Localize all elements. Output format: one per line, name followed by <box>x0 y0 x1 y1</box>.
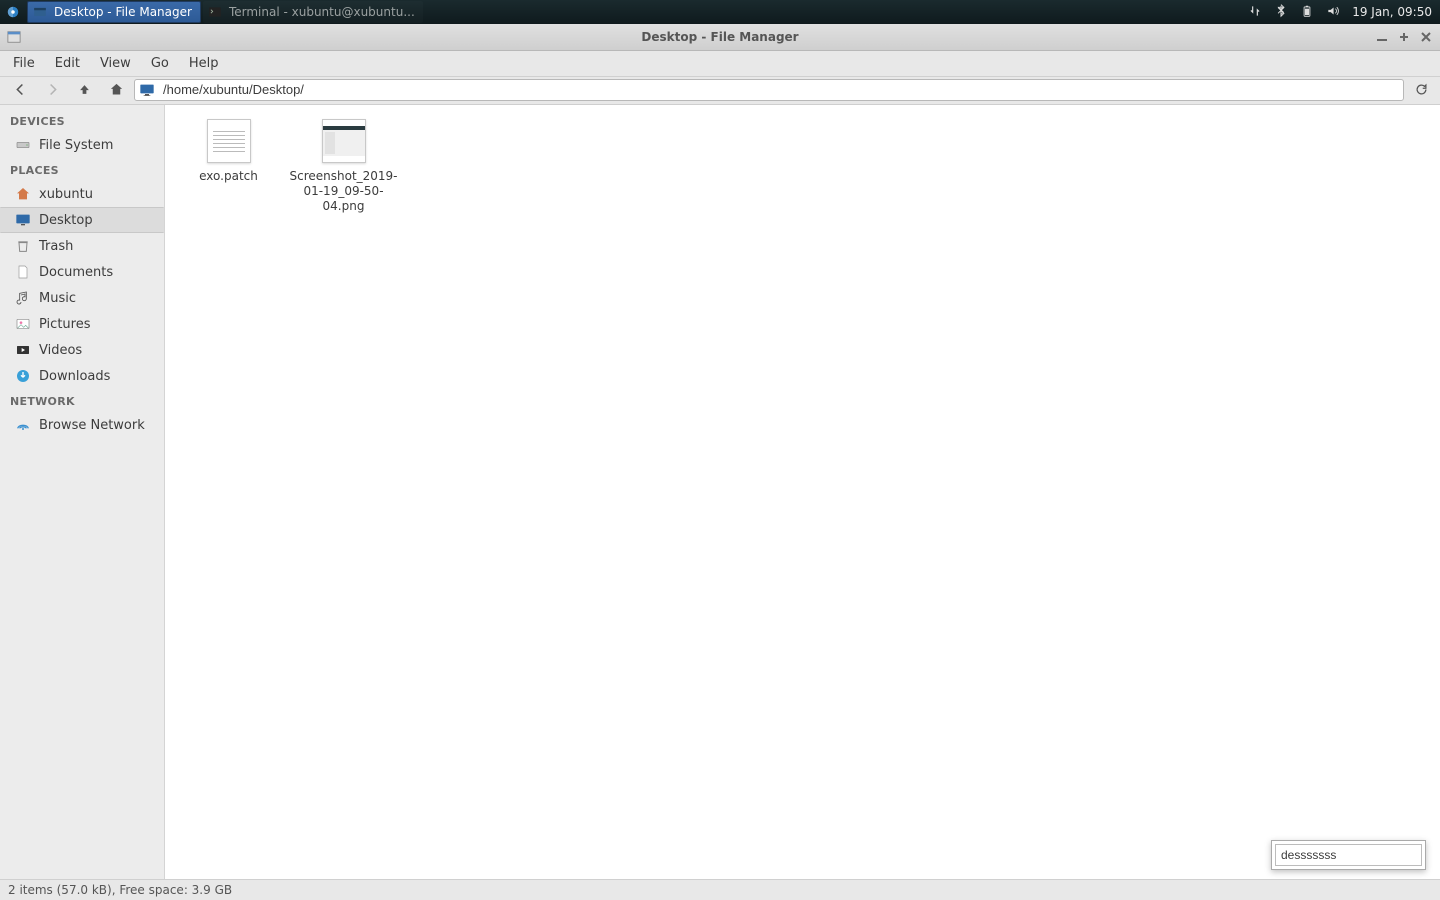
location-input[interactable] <box>161 81 1399 98</box>
taskbar-item-label: Terminal - xubuntu@xubuntu... <box>229 5 415 19</box>
sidebar-item-pictures[interactable]: Pictures <box>0 311 164 337</box>
file-manager-window: Desktop - File Manager File Edit View Go… <box>0 24 1440 900</box>
sidebar-item-label: File System <box>39 138 113 153</box>
type-ahead-search[interactable] <box>1271 840 1426 870</box>
network-icon <box>15 417 31 433</box>
menu-edit[interactable]: Edit <box>46 53 89 74</box>
sidebar: DEVICES File System PLACES xubuntu Deskt… <box>0 105 165 879</box>
menubar: File Edit View Go Help <box>0 51 1440 77</box>
music-icon <box>15 290 31 306</box>
menu-go[interactable]: Go <box>142 53 178 74</box>
status-text: 2 items (57.0 kB), Free space: 3.9 GB <box>8 883 232 897</box>
pictures-icon <box>15 316 31 332</box>
sidebar-item-label: Videos <box>39 343 82 358</box>
sidebar-item-label: Browse Network <box>39 418 145 433</box>
main-area: DEVICES File System PLACES xubuntu Deskt… <box>0 105 1440 879</box>
bluetooth-icon[interactable] <box>1274 4 1288 21</box>
image-file-icon <box>322 119 366 163</box>
forward-button[interactable] <box>38 79 66 101</box>
drive-icon <box>15 137 31 153</box>
window-menu-icon[interactable] <box>6 29 22 45</box>
menu-help[interactable]: Help <box>180 53 228 74</box>
sidebar-item-label: Trash <box>39 239 73 254</box>
icon-view[interactable]: exo.patch Screenshot_2019-01-19_09-50-04… <box>165 105 1440 879</box>
file-item[interactable]: exo.patch <box>171 113 286 220</box>
sidebar-item-home[interactable]: xubuntu <box>0 181 164 207</box>
sidebar-item-music[interactable]: Music <box>0 285 164 311</box>
close-button[interactable] <box>1420 31 1432 43</box>
sidebar-header-network: NETWORK <box>0 389 164 412</box>
taskbar-item-file-manager[interactable]: Desktop - File Manager <box>27 1 201 23</box>
network-icon[interactable] <box>1248 4 1262 21</box>
toolbar <box>0 77 1440 105</box>
sidebar-header-devices: DEVICES <box>0 109 164 132</box>
file-name: exo.patch <box>199 169 258 184</box>
back-button[interactable] <box>6 79 34 101</box>
maximize-button[interactable] <box>1398 31 1410 43</box>
sidebar-item-label: Pictures <box>39 317 90 332</box>
menu-file[interactable]: File <box>4 53 44 74</box>
taskbar-item-terminal[interactable]: Terminal - xubuntu@xubuntu... <box>203 1 423 23</box>
sidebar-item-documents[interactable]: Documents <box>0 259 164 285</box>
videos-icon <box>15 342 31 358</box>
doc-icon <box>15 264 31 280</box>
desktop-icon <box>15 212 31 228</box>
sidebar-item-label: Music <box>39 291 76 306</box>
battery-icon[interactable] <box>1300 4 1314 21</box>
sidebar-item-label: Desktop <box>39 213 93 228</box>
window-title: Desktop - File Manager <box>0 30 1440 44</box>
file-item[interactable]: Screenshot_2019-01-19_09-50-04.png <box>286 113 401 220</box>
top-panel: Desktop - File Manager Terminal - xubunt… <box>0 0 1440 24</box>
sidebar-item-label: xubuntu <box>39 187 93 202</box>
sidebar-item-downloads[interactable]: Downloads <box>0 363 164 389</box>
sidebar-item-browse-network[interactable]: Browse Network <box>0 412 164 438</box>
volume-icon[interactable] <box>1326 4 1340 21</box>
download-icon <box>15 368 31 384</box>
sidebar-item-desktop[interactable]: Desktop <box>0 207 164 233</box>
menu-view[interactable]: View <box>91 53 140 74</box>
type-ahead-input[interactable] <box>1275 844 1422 866</box>
taskbar-item-label: Desktop - File Manager <box>54 5 192 19</box>
home-icon <box>15 186 31 202</box>
sidebar-item-label: Downloads <box>39 369 110 384</box>
reload-button[interactable] <box>1408 82 1434 97</box>
trash-icon <box>15 238 31 254</box>
sidebar-header-places: PLACES <box>0 158 164 181</box>
location-bar[interactable] <box>134 79 1404 101</box>
whisker-menu-button[interactable] <box>0 0 26 24</box>
text-file-icon <box>207 119 251 163</box>
titlebar[interactable]: Desktop - File Manager <box>0 24 1440 51</box>
home-button[interactable] <box>102 79 130 101</box>
clock[interactable]: 19 Jan, 09:50 <box>1352 5 1432 19</box>
system-tray: 19 Jan, 09:50 <box>1240 4 1440 21</box>
minimize-button[interactable] <box>1376 31 1388 43</box>
sidebar-item-trash[interactable]: Trash <box>0 233 164 259</box>
terminal-icon <box>207 4 223 20</box>
sidebar-item-videos[interactable]: Videos <box>0 337 164 363</box>
desktop-icon <box>139 82 155 98</box>
status-bar: 2 items (57.0 kB), Free space: 3.9 GB <box>0 879 1440 900</box>
sidebar-item-filesystem[interactable]: File System <box>0 132 164 158</box>
up-button[interactable] <box>70 79 98 101</box>
file-name: Screenshot_2019-01-19_09-50-04.png <box>289 169 399 214</box>
sidebar-item-label: Documents <box>39 265 113 280</box>
file-manager-icon <box>32 4 48 20</box>
